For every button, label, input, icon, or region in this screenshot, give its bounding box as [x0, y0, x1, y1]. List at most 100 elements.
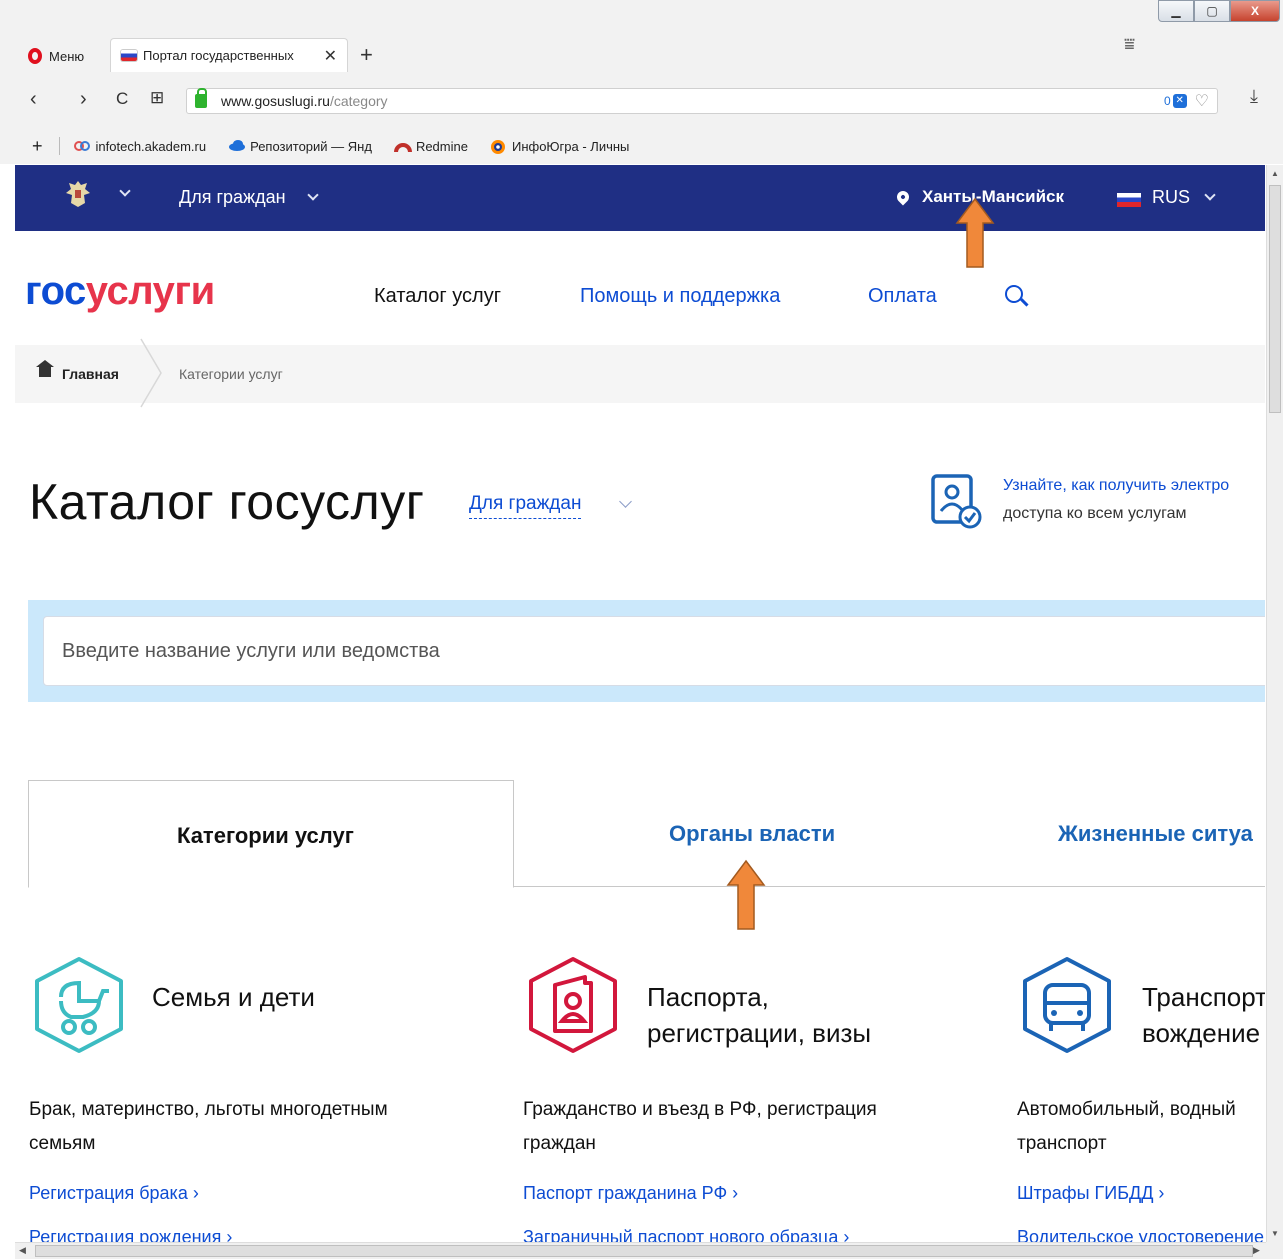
bookmark-label: Redmine	[415, 138, 468, 154]
category-description: Брак, материнство, льготы многодетным се…	[29, 1093, 449, 1161]
adblock-button[interactable]: 0 ✕	[1164, 94, 1187, 108]
catalog-audience-dropdown[interactable]: Для граждан	[469, 493, 582, 519]
bookmark-item[interactable]: infotech.akadem.ru	[73, 138, 207, 154]
bookmark-heart-icon[interactable]: ♡	[1195, 91, 1209, 111]
service-search-input[interactable]	[43, 616, 1265, 686]
adblock-icon: ✕	[1172, 94, 1187, 108]
language-selector[interactable]: RUS	[1152, 187, 1190, 208]
location-pin-icon	[894, 188, 912, 206]
category-description: Гражданство и въезд в РФ, регистрация гр…	[523, 1093, 943, 1161]
vertical-scroll-thumb[interactable]	[1269, 185, 1281, 413]
language-chevron-down-icon[interactable]	[1204, 189, 1216, 201]
category-link[interactable]: Водительское удостоверение ›	[1017, 1227, 1265, 1242]
tab-categories-label[interactable]: Категории услуг	[177, 823, 354, 849]
category-link[interactable]: Заграничный паспорт нового образца ›	[523, 1227, 849, 1242]
annotation-arrow-up-icon	[955, 197, 995, 268]
passport-icon[interactable]	[523, 955, 623, 1055]
category-title[interactable]: Семья и дети	[152, 979, 315, 1015]
tab-authorities-label[interactable]: Органы власти	[669, 821, 835, 847]
audience-chevron-down-icon[interactable]	[307, 189, 319, 201]
tab-bar: Меню Портал государственных ✕ + ⩸ ▁ ▢ X	[0, 0, 1283, 82]
russia-flag-icon	[1117, 193, 1141, 207]
scroll-up-arrow-icon[interactable]: ▲	[1271, 169, 1279, 178]
bookmarks-bar: + infotech.akadem.ru Репозиторий — Янд R…	[0, 128, 1283, 164]
browser-tab[interactable]: Портал государственных ✕	[110, 38, 348, 72]
bookmark-item[interactable]: Репозиторий — Янд	[228, 139, 372, 154]
category-link[interactable]: Регистрация брака ›	[29, 1183, 199, 1204]
horizontal-scrollbar[interactable]: ◀ ▶	[15, 1242, 1266, 1259]
category-desc-line: граждан	[523, 1133, 596, 1154]
nav-catalog[interactable]: Каталог услуг	[374, 285, 501, 308]
category-title-line2[interactable]: регистрации, визы	[647, 1015, 871, 1051]
catalog-audience-chevron-icon[interactable]	[619, 495, 632, 508]
category-desc-line: Автомобильный, водный	[1017, 1099, 1236, 1120]
speed-dial-icon[interactable]: ⊞	[150, 88, 164, 108]
nav-payment[interactable]: Оплата	[868, 285, 937, 308]
bookmark-label: ИнфоЮгра - Личны	[511, 138, 630, 154]
page-title: Каталог госуслуг	[29, 474, 425, 530]
scroll-right-arrow-icon[interactable]: ▶	[1253, 1245, 1260, 1256]
add-bookmark-icon[interactable]: +	[32, 136, 43, 157]
emblem-chevron-down-icon[interactable]	[119, 185, 131, 197]
audience-dropdown[interactable]: Для граждан	[179, 187, 286, 208]
breadcrumb-home[interactable]: Главная	[62, 366, 119, 382]
minimize-button[interactable]: ▁	[1158, 0, 1194, 22]
category-description: Автомобильный, водный транспорт	[1017, 1093, 1265, 1161]
bookmarks-divider	[58, 137, 60, 155]
search-icon[interactable]	[1005, 285, 1023, 303]
bookmark-label: infotech.akadem.ru	[95, 138, 207, 154]
infougra-favicon-icon	[490, 139, 506, 154]
category-title-line2[interactable]: вождение	[1142, 1015, 1260, 1051]
category-link[interactable]: Паспорт гражданина РФ ›	[523, 1183, 738, 1204]
window-controls: ▁ ▢ X	[1158, 0, 1280, 22]
category-title[interactable]: Транспорт	[1142, 979, 1265, 1015]
baby-stroller-icon[interactable]	[29, 955, 129, 1055]
back-icon[interactable]: ‹	[30, 88, 37, 111]
gosuslugi-logo[interactable]: госуслуги	[25, 271, 215, 311]
page-viewport: Для граждан Ханты-Мансийск RUS госуслуги…	[15, 165, 1265, 1242]
tab-menu-icon[interactable]: ⩸	[1124, 34, 1135, 55]
window-close-button[interactable]: X	[1230, 0, 1280, 22]
esia-info-link[interactable]: Узнайте, как получить электро	[1003, 477, 1229, 495]
url-path: /category	[329, 93, 388, 109]
infotech-favicon-icon	[73, 139, 90, 153]
bookmark-label: Репозиторий — Янд	[250, 138, 372, 154]
new-tab-button[interactable]: +	[360, 42, 373, 68]
horizontal-scroll-thumb[interactable]	[35, 1245, 1253, 1257]
annotation-arrow-up-icon	[726, 859, 766, 930]
coat-of-arms-icon[interactable]	[65, 179, 91, 209]
russia-flag-favicon-icon	[121, 50, 137, 61]
nav-help[interactable]: Помощь и поддержка	[580, 285, 780, 308]
download-icon[interactable]: ⤓	[1250, 86, 1258, 107]
scroll-down-arrow-icon[interactable]: ▼	[1271, 1229, 1279, 1238]
top-bar: Для граждан Ханты-Мансийск RUS	[15, 165, 1265, 231]
url-host: www.gosuslugi.ru	[221, 93, 330, 109]
car-icon[interactable]	[1017, 955, 1117, 1055]
breadcrumb-separator	[140, 338, 162, 408]
esia-info-text: доступа ко всем услугам	[1003, 505, 1187, 522]
forward-icon[interactable]: ›	[80, 88, 87, 111]
category-link[interactable]: Регистрация рождения ›	[29, 1227, 232, 1242]
bookmark-item[interactable]: Redmine	[393, 138, 468, 154]
url-field[interactable]: www.gosuslugi.ru /category 0 ✕ ♡	[186, 88, 1218, 114]
category-title[interactable]: Паспорта,	[647, 979, 769, 1015]
tab-close-icon[interactable]: ✕	[324, 46, 337, 66]
category-desc-line: транспорт	[1017, 1133, 1107, 1154]
menu-label: Меню	[49, 48, 85, 64]
secure-lock-icon	[195, 88, 207, 108]
url-actions: 0 ✕ ♡	[1164, 91, 1209, 111]
redmine-favicon-icon	[393, 139, 412, 153]
adblock-count: 0	[1163, 94, 1171, 108]
maximize-button[interactable]: ▢	[1194, 0, 1230, 22]
bookmark-item[interactable]: ИнфоЮгра - Личны	[490, 139, 629, 154]
opera-menu-button[interactable]: Меню	[28, 48, 84, 64]
scroll-left-arrow-icon[interactable]: ◀	[19, 1245, 26, 1256]
home-icon	[36, 360, 54, 377]
breadcrumb-current: Категории услуг	[179, 366, 283, 382]
tab-life-situations-label[interactable]: Жизненные ситуа	[1058, 821, 1253, 847]
category-link[interactable]: Штрафы ГИБДД ›	[1017, 1183, 1164, 1204]
logo-part-gos: гос	[25, 269, 86, 313]
vertical-scrollbar[interactable]: ▲ ▼	[1266, 165, 1283, 1242]
cloud-disk-favicon-icon	[228, 139, 246, 153]
reload-icon[interactable]: C	[116, 89, 128, 109]
